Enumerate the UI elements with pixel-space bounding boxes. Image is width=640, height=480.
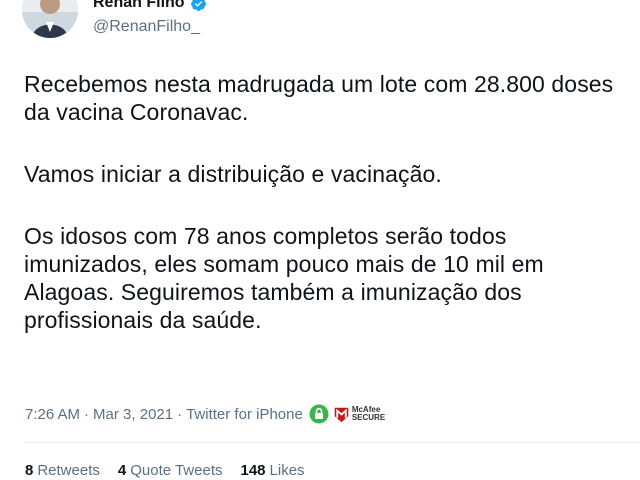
- secure-lock-icon: [309, 404, 329, 424]
- mcafee-secure-badge[interactable]: McAfee SECURE: [333, 406, 385, 423]
- tweet-time[interactable]: 7:26 AM: [25, 406, 80, 423]
- meta-separator: ·: [177, 405, 183, 423]
- tweet-meta: 7:26 AM · Mar 3, 2021 · Twitter for iPho…: [25, 403, 385, 425]
- tweet-source[interactable]: Twitter for iPhone: [186, 406, 303, 423]
- retweets-stat[interactable]: 8 Retweets: [25, 462, 100, 479]
- author-display-name[interactable]: Renan Filho: [93, 0, 185, 12]
- tweet-stats: 8 Retweets 4 Quote Tweets 148 Likes: [25, 462, 323, 479]
- author-name-row[interactable]: Renan Filho: [93, 0, 207, 12]
- mcafee-shield-icon: [334, 407, 349, 422]
- retweets-count: 8: [25, 462, 34, 479]
- likes-stat[interactable]: 148 Likes: [241, 462, 305, 479]
- avatar[interactable]: [22, 0, 78, 38]
- secure-label: SECURE: [351, 413, 386, 422]
- tweet-text: Recebemos nesta madrugada um lote com 28…: [24, 70, 624, 368]
- likes-label: Likes: [269, 462, 305, 479]
- quote-tweets-count: 4: [117, 462, 127, 479]
- avatar-image: [22, 0, 78, 38]
- quote-tweets-stat[interactable]: 4 Quote Tweets: [118, 462, 223, 479]
- tweet-paragraph: Vamos iniciar a distribuição e vacinação…: [24, 161, 442, 187]
- meta-separator: ·: [84, 405, 90, 423]
- tweet-paragraph: Os idosos com 78 anos completos serão to…: [24, 223, 544, 333]
- tweet-paragraph: Recebemos nesta madrugada um lote com 28…: [24, 71, 614, 125]
- likes-count: 148: [240, 462, 266, 479]
- quote-tweets-label: Quote Tweets: [130, 462, 223, 479]
- retweets-label: Retweets: [37, 462, 100, 479]
- tweet-date[interactable]: Mar 3, 2021: [93, 406, 173, 423]
- divider: [24, 442, 640, 443]
- verified-badge-icon: [190, 0, 206, 11]
- author-handle[interactable]: @RenanFilho_: [93, 18, 200, 36]
